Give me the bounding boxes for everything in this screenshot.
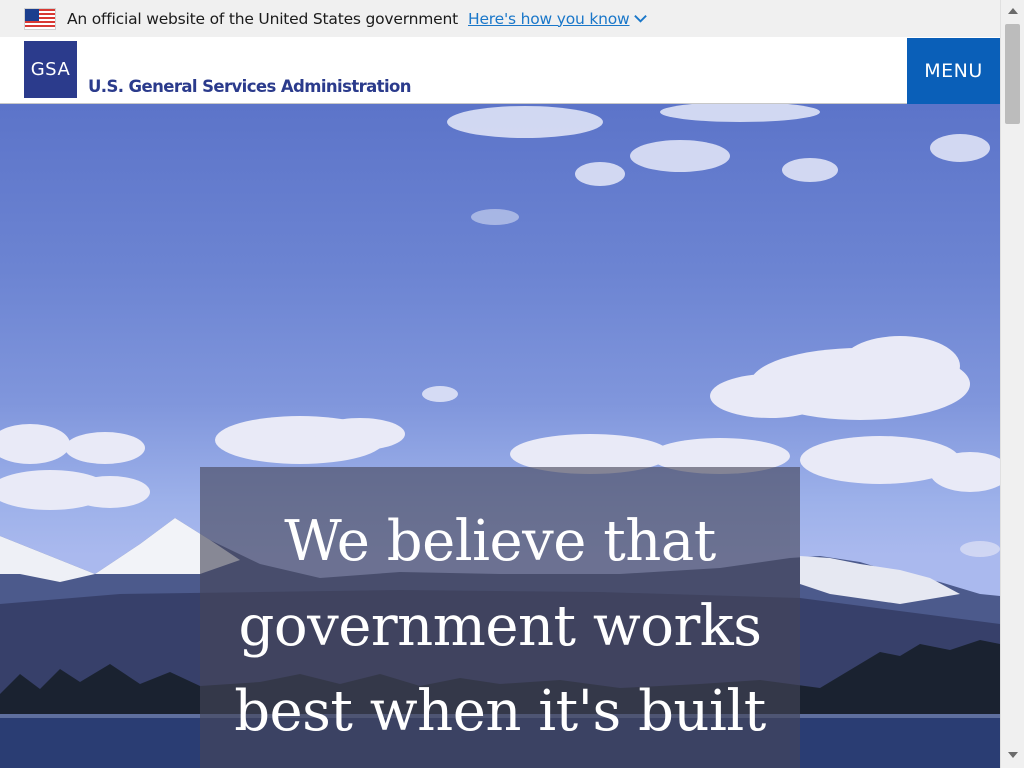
hero-section: We believe that government works best wh… bbox=[0, 104, 1000, 768]
hero-headline: We believe that government works best wh… bbox=[200, 499, 800, 754]
chevron-down-icon[interactable] bbox=[633, 11, 648, 26]
gsa-logo[interactable]: GSA bbox=[24, 41, 77, 98]
hero-text-box: We believe that government works best wh… bbox=[200, 467, 800, 768]
menu-button[interactable]: MENU bbox=[907, 38, 1000, 104]
scroll-down-icon[interactable] bbox=[1008, 752, 1018, 758]
us-flag-icon bbox=[24, 7, 56, 30]
gov-banner: An official website of the United States… bbox=[0, 0, 1000, 37]
agency-name[interactable]: U.S. General Services Administration bbox=[88, 77, 412, 96]
scrollbar-thumb[interactable] bbox=[1005, 24, 1020, 124]
hero-line-2: government works bbox=[238, 594, 762, 659]
heres-how-you-know-label[interactable]: Here's how you know bbox=[468, 10, 630, 28]
hero-line-1: We believe that bbox=[284, 509, 716, 574]
gsa-logo-text[interactable]: GSA bbox=[31, 59, 71, 80]
page-scrollbar[interactable] bbox=[1000, 0, 1024, 768]
site-header: GSA U.S. General Services Administration… bbox=[0, 37, 1000, 104]
gov-banner-text: An official website of the United States… bbox=[67, 9, 458, 28]
scroll-up-icon[interactable] bbox=[1008, 8, 1018, 14]
heres-how-you-know-link[interactable]: Here's how you know bbox=[468, 10, 648, 28]
hero-line-3: best when it's built bbox=[234, 679, 766, 744]
